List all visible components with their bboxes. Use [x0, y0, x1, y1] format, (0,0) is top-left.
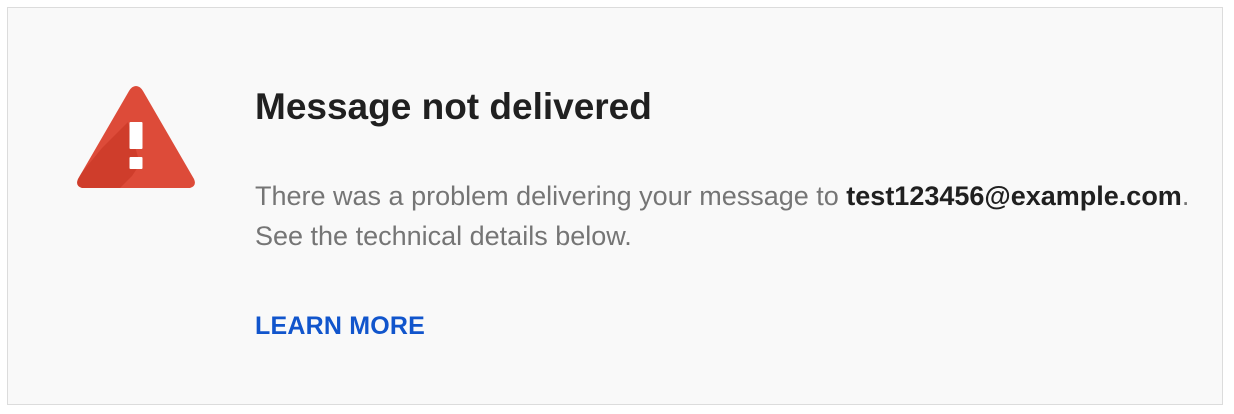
recipient-email: test123456@example.com	[846, 181, 1182, 211]
bounce-notice-card: Message not delivered There was a proble…	[7, 7, 1223, 405]
warning-triangle-icon	[77, 86, 195, 188]
learn-more-link[interactable]: LEARN MORE	[255, 306, 425, 346]
error-description: There was a problem delivering your mess…	[255, 176, 1195, 256]
message-prefix: There was a problem delivering your mess…	[255, 181, 847, 211]
page-title: Message not delivered	[255, 86, 652, 127]
